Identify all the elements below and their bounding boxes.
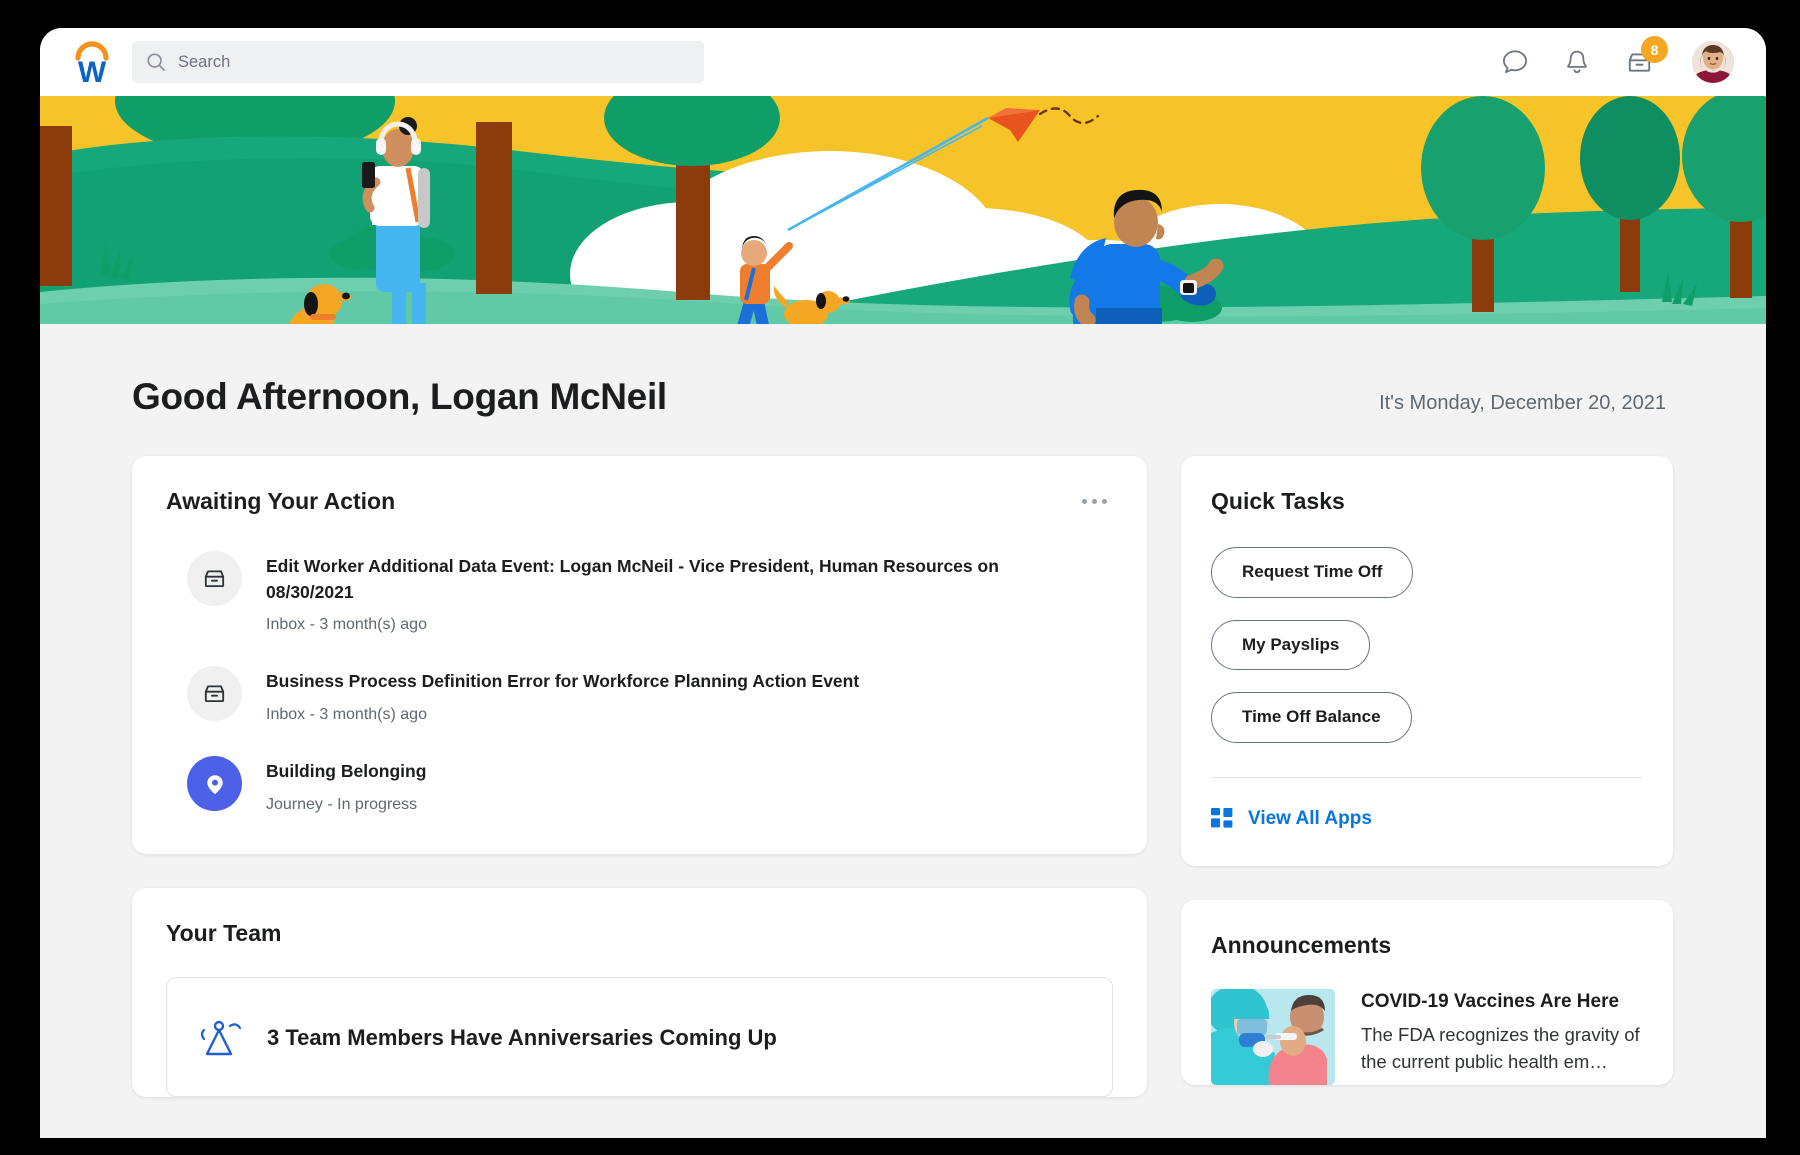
left-column: Awaiting Your Action [132,456,1147,1097]
app-window: W Search [40,28,1766,1138]
task-subtitle: Inbox - 3 month(s) ago [266,616,1036,634]
right-column: Quick Tasks Request Time Off My Payslips… [1181,456,1673,1085]
announcements-title: Announcements [1211,932,1643,959]
time-off-balance-button[interactable]: Time Off Balance [1211,692,1412,743]
search-icon [146,52,166,72]
workday-logo[interactable]: W [70,39,114,85]
greeting-row: Good Afternoon, Logan McNeil It's Monday… [132,324,1674,456]
request-time-off-button[interactable]: Request Time Off [1211,547,1413,598]
announcements-card: Announcements [1181,900,1673,1085]
celebration-icon [197,1014,245,1062]
main-content: Good Afternoon, Logan McNeil It's Monday… [40,324,1766,1138]
task-title: Building Belonging [266,759,426,785]
view-all-apps-label: View All Apps [1248,808,1372,830]
list-item-text: Business Process Definition Error for Wo… [266,664,859,724]
task-subtitle: Journey - In progress [266,796,426,814]
quick-tasks-card: Quick Tasks Request Time Off My Payslips… [1181,456,1673,866]
your-team-title: Your Team [166,920,1113,947]
announcement-text: COVID-19 Vaccines Are Here The FDA recog… [1361,989,1643,1085]
header-actions: 8 [1500,41,1740,83]
inbox-icon [187,551,242,606]
inbox-icon [187,666,242,721]
park-scene-illustration [40,96,1766,324]
awaiting-title: Awaiting Your Action [166,488,395,515]
quick-tasks-title: Quick Tasks [1211,488,1643,515]
dashboard-columns: Awaiting Your Action [132,456,1674,1097]
task-subtitle: Inbox - 3 month(s) ago [266,706,859,724]
chat-icon[interactable] [1500,47,1530,77]
location-pin-icon [187,756,242,811]
list-item-text: Edit Worker Additional Data Event: Logan… [266,549,1036,634]
announcement-description: The FDA recognizes the gravity of the cu… [1361,1022,1643,1076]
hero-svg [40,96,1766,324]
svg-text:W: W [78,56,107,85]
grid-icon [1211,808,1233,830]
current-date: It's Monday, December 20, 2021 [1379,392,1674,415]
overflow-menu-icon[interactable] [1076,493,1113,510]
list-item[interactable]: Business Process Definition Error for Wo… [187,664,1113,724]
page-title: Good Afternoon, Logan McNeil [132,376,667,418]
bell-icon[interactable] [1562,47,1592,77]
quick-task-buttons: Request Time Off My Payslips Time Off Ba… [1211,547,1643,743]
announcement-title: COVID-19 Vaccines Are Here [1361,991,1643,1013]
view-all-apps-link[interactable]: View All Apps [1211,808,1643,830]
card-header: Awaiting Your Action [166,488,1113,515]
task-title: Business Process Definition Error for Wo… [266,669,859,695]
vaccination-photo [1211,989,1335,1085]
search-placeholder: Search [178,53,230,72]
task-list: Edit Worker Additional Data Event: Logan… [166,549,1113,814]
list-item-text: Building Belonging Journey - In progress [266,754,426,814]
inbox-badge: 8 [1641,36,1668,63]
awaiting-your-action-card: Awaiting Your Action [132,456,1147,854]
my-payslips-button[interactable]: My Payslips [1211,620,1370,671]
screen: W Search [0,0,1800,1155]
list-item[interactable]: COVID-19 Vaccines Are Here The FDA recog… [1211,989,1643,1085]
task-title: Edit Worker Additional Data Event: Logan… [266,554,1036,605]
inbox-icon[interactable]: 8 [1624,47,1654,77]
search-input[interactable]: Search [132,41,704,83]
list-item[interactable]: Edit Worker Additional Data Event: Logan… [187,549,1113,634]
app-header: W Search [40,28,1766,96]
team-anniversary-item[interactable]: 3 Team Members Have Anniversaries Coming… [166,977,1113,1097]
list-item[interactable]: Building Belonging Journey - In progress [187,754,1113,814]
team-item-title: 3 Team Members Have Anniversaries Coming… [267,1025,777,1051]
your-team-card: Your Team 3 Team Members Have Ann [132,888,1147,1097]
avatar[interactable] [1692,41,1734,83]
divider [1211,777,1643,778]
